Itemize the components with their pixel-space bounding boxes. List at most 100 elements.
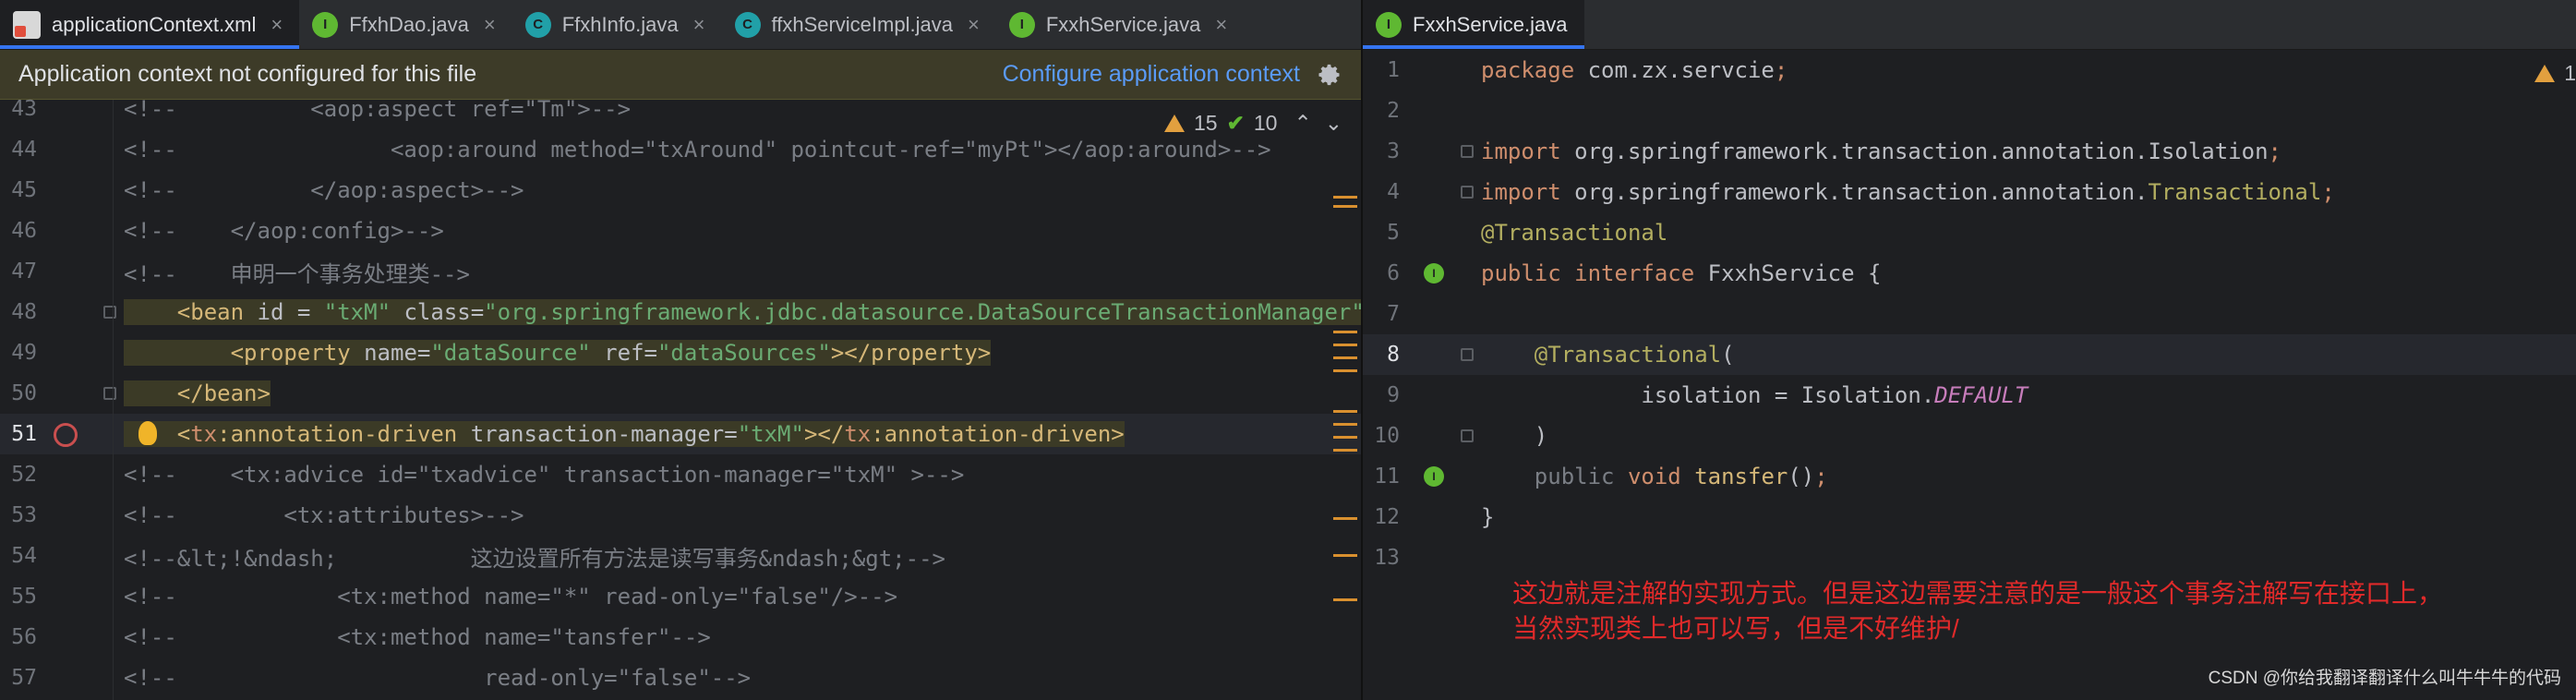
implemented-icon[interactable]: I <box>1424 263 1444 284</box>
scroll-marker[interactable] <box>1333 369 1357 372</box>
tab-ffxhserviceimpl-java[interactable]: CffxhServiceImpl.java × <box>722 0 996 49</box>
configure-context-link[interactable]: Configure application context <box>1003 61 1300 88</box>
fold-marker[interactable] <box>1461 145 1474 158</box>
code-token: "txM" <box>737 421 804 447</box>
tab-label: FfxhInfo.java <box>561 12 679 36</box>
code-line: 55 <!-- <tx:method name="*" read-only="fa… <box>0 576 1361 617</box>
line-number: 52 <box>11 463 37 487</box>
scroll-marker[interactable] <box>1333 356 1357 359</box>
spring-bean-icon[interactable] <box>54 423 78 447</box>
code-token: < <box>124 421 191 447</box>
code-line: 47 <!-- 申明一个事务处理类--> <box>0 251 1361 292</box>
warning-icon <box>2534 65 2556 82</box>
code-line: 53 <!-- <tx:attributes>--> <box>0 495 1361 536</box>
fold-marker[interactable] <box>1461 429 1474 442</box>
code-text: <!-- </aop:config>--> <box>124 218 444 244</box>
scroll-marker[interactable] <box>1333 205 1357 208</box>
scroll-marker[interactable] <box>1333 331 1357 333</box>
inspection-widget[interactable]: 15 ✔ 10 ⌃ ⌄ <box>1163 111 1342 136</box>
line-number: 7 <box>1387 302 1400 326</box>
code-text: <bean id = "txM" class="org.springframew… <box>124 299 1361 325</box>
code-token: tx <box>844 421 872 447</box>
chevron-down-icon[interactable]: ⌄ <box>1325 111 1342 136</box>
code-line: 51 <tx:annotation-driven transaction-man… <box>0 414 1361 454</box>
right-editor-pane: I FxxhService.java 1 package com.zx.servci… <box>1361 0 2576 700</box>
code-token: import <box>1481 179 1575 205</box>
code-token: "org.springframework.jdbc.datasource.Dat… <box>484 299 1361 325</box>
close-icon[interactable]: × <box>271 13 283 37</box>
fold-marker[interactable] <box>1461 348 1474 361</box>
close-icon[interactable]: × <box>968 13 980 37</box>
chevron-up-icon[interactable]: ⌃ <box>1294 111 1311 136</box>
tab-ffxhdao-java[interactable]: I FfxhDao.java × <box>299 0 512 49</box>
fold-marker[interactable] <box>103 387 116 400</box>
lightbulb-icon[interactable] <box>138 421 157 445</box>
code-token: "dataSources" <box>656 340 831 366</box>
line-number: 6 <box>1387 261 1400 285</box>
scroll-marker[interactable] <box>1333 344 1357 346</box>
scroll-marker[interactable] <box>1333 554 1357 557</box>
code-line: 52 <!-- <tx:advice id="txadvice" transact… <box>0 454 1361 495</box>
code-token: ></property> <box>830 340 992 366</box>
scroll-marker[interactable] <box>1333 410 1357 413</box>
code-token: <!-- <aop:around method="txAround" point… <box>124 137 1271 163</box>
scroll-marker[interactable] <box>1333 517 1357 520</box>
code-line: 6 public interface FxxhService { <box>1363 253 2576 294</box>
line-number: 54 <box>11 544 37 568</box>
code-token: :annotation-driven> <box>871 421 1125 447</box>
scroll-marker[interactable] <box>1333 196 1357 199</box>
code-line: 12} <box>1363 497 2576 537</box>
class-icon: C <box>734 11 761 38</box>
code-text: package com.zx.servcie; <box>1481 57 1788 83</box>
code-token: <!-- <aop:aspect ref="Tm">--> <box>124 96 632 122</box>
close-icon[interactable]: × <box>1215 13 1227 37</box>
class-icon: C <box>524 11 551 38</box>
watermark: CSDN @你给我翻译翻译什么叫牛牛牛的代码 <box>2208 669 2561 688</box>
right-inspection-widget[interactable]: 1 <box>2534 61 2576 86</box>
tab-ffxhinfo-java[interactable]: C FfxhInfo.java × <box>512 0 722 49</box>
tab-applicationcontext-xml[interactable]: applicationContext.xml × <box>0 0 300 49</box>
line-number: 55 <box>11 585 37 609</box>
left-editor-pane: applicationContext.xml × I FfxhDao.java × C Ff… <box>0 0 1361 700</box>
close-icon[interactable]: × <box>484 13 496 37</box>
implemented-icon[interactable]: I <box>1424 466 1444 487</box>
code-token: ; <box>2321 179 2335 205</box>
left-code-area[interactable]: 43 <!-- <aop:aspect ref="Tm">--> 44 <!-- <a… <box>0 96 1361 700</box>
fold-marker[interactable] <box>1461 186 1474 199</box>
gear-icon[interactable] <box>1317 62 1342 88</box>
right-warning-count: 1 <box>2564 61 2576 85</box>
code-token: <!-- <tx:method name="*" read-only="fals… <box>124 584 898 609</box>
tab-fxxhservice-java[interactable]: I FxxhService.java × <box>996 0 1244 49</box>
close-icon[interactable]: × <box>693 13 705 37</box>
warning-icon <box>1163 115 1185 132</box>
code-token: ; <box>2268 139 2281 164</box>
line-number: 12 <box>1374 505 1400 529</box>
line-number: 45 <box>11 178 37 202</box>
line-number: 46 <box>11 219 37 243</box>
tab-label: applicationContext.xml <box>52 12 257 36</box>
code-token: } <box>1481 504 1495 530</box>
code-token: <!-- <tx:method name="tansfer"--> <box>124 624 711 650</box>
tab-fxxhservice-java[interactable]: I FxxhService.java <box>1363 0 1584 49</box>
code-token: <property <box>124 340 365 366</box>
code-line: 13 <box>1363 537 2576 578</box>
code-line: 45 <!-- </aop:aspect>--> <box>0 170 1361 211</box>
tab-label: FxxhService.java <box>1045 12 1201 36</box>
scroll-marker[interactable] <box>1333 436 1357 439</box>
code-token: <!-- <tx:attributes>--> <box>124 502 524 528</box>
code-token: import <box>1481 139 1575 164</box>
code-token: <!-- 申明一个事务处理类--> <box>124 260 470 287</box>
fold-marker[interactable] <box>103 306 116 319</box>
code-text: <tx:annotation-driven transaction-manage… <box>124 421 1125 447</box>
scroll-marker[interactable] <box>1333 449 1357 452</box>
code-token: ref <box>590 340 644 366</box>
code-text: <!-- 申明一个事务处理类--> <box>124 256 470 288</box>
code-text: ) <box>1481 423 1547 449</box>
code-token: id <box>257 299 284 325</box>
scroll-marker[interactable] <box>1333 423 1357 426</box>
scroll-marker[interactable] <box>1333 598 1357 601</box>
code-token: = <box>470 299 485 325</box>
code-token: "dataSource" <box>430 340 591 366</box>
line-number: 56 <box>11 625 37 649</box>
